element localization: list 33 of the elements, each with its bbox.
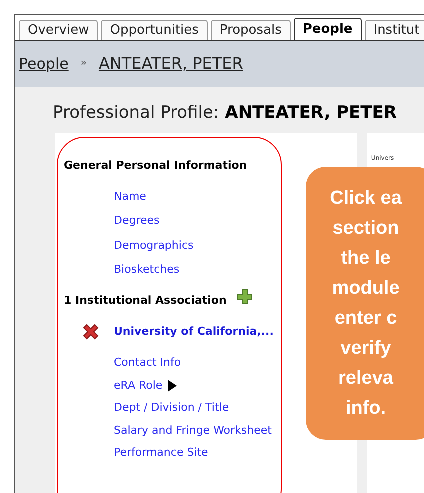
section-link[interactable]: eRA Role (114, 378, 163, 394)
tab[interactable]: Institut (364, 20, 424, 40)
callout-text: Click ea (330, 186, 402, 210)
submenu-arrow-icon[interactable] (166, 380, 177, 392)
profile-label: Professional Profile: (53, 102, 220, 125)
callout-text: releva (338, 366, 394, 390)
breadcrumb-separator: » (80, 57, 87, 72)
callout-text: section (332, 216, 400, 240)
callout-text: info. (346, 396, 386, 420)
section-heading: General Personal Information (64, 158, 248, 174)
callout-text: module (332, 276, 400, 300)
section-link[interactable]: Name (114, 188, 146, 205)
section-link[interactable]: Demographics (114, 238, 194, 254)
section-link[interactable]: Performance Site (114, 445, 208, 462)
add-icon[interactable] (236, 288, 253, 305)
tab[interactable]: Proposals (210, 20, 291, 40)
section-link[interactable]: Salary and Fringe Worksheet (114, 422, 272, 439)
section-link[interactable]: Dept / Division / Title (114, 400, 230, 416)
callout-text: the le (341, 246, 391, 270)
section-link[interactable]: Biosketches (114, 262, 180, 278)
section-link[interactable]: Degrees (114, 213, 160, 230)
section-heading: 1 Institutional Association (64, 292, 227, 308)
association-link[interactable]: University of California,... (114, 324, 274, 340)
section-link[interactable]: Contact Info (114, 355, 182, 372)
delete-icon[interactable] (82, 323, 100, 341)
tab[interactable]: People (294, 18, 362, 40)
breadcrumb-link[interactable]: People (19, 52, 69, 76)
callout-text: verify (340, 336, 392, 360)
tab[interactable]: Overview (19, 20, 98, 40)
callout-text: enter c (334, 306, 398, 330)
tab[interactable]: Opportunities (101, 20, 208, 40)
breadcrumb-link[interactable]: ANTEATER, PETER (98, 52, 244, 76)
profile-name: ANTEATER, PETER (225, 102, 397, 125)
